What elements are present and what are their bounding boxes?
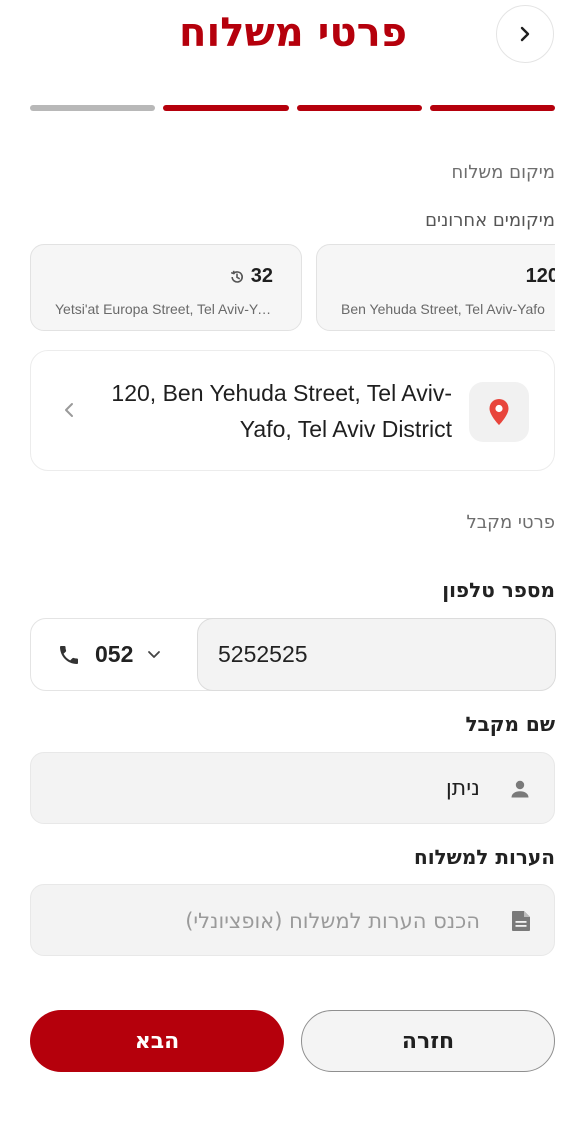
back-button[interactable]: חזרה	[301, 1010, 555, 1072]
phone-field-group: 052 5252525	[30, 618, 556, 691]
recent-location-address: Yetsi'at Europa Street, Tel Aviv-Yafo	[55, 301, 275, 317]
chevron-down-icon	[148, 650, 161, 658]
progress-step-1	[429, 105, 555, 111]
progress-step-4	[30, 105, 156, 111]
page-title: פרטי משלוח	[179, 10, 407, 56]
phone-prefix-select[interactable]: 052	[31, 619, 197, 690]
recent-location-number: 120	[525, 265, 555, 287]
recent-locations-list[interactable]: 120 Ben Yehuda Street, Tel Aviv-Yafo 32 …	[30, 244, 555, 332]
progress-step-2	[296, 105, 422, 111]
person-icon	[511, 780, 529, 798]
map-pin-icon	[489, 399, 509, 425]
recent-location-number: 32	[229, 265, 273, 288]
delivery-notes-placeholder: הכנס הערות למשלוח (אופציונלי)	[185, 909, 480, 933]
note-icon	[512, 911, 530, 931]
delivery-notes-label: הערות למשלוח	[413, 845, 555, 869]
recent-location-card[interactable]: 120 Ben Yehuda Street, Tel Aviv-Yafo	[316, 244, 555, 331]
phone-label: מספר טלפון	[442, 578, 555, 602]
history-icon	[230, 270, 243, 283]
progress-bar	[30, 105, 555, 111]
recipient-details-label: פרטי מקבל	[466, 512, 555, 533]
header: פרטי משלוח	[0, 0, 585, 80]
recent-location-address: Ben Yehuda Street, Tel Aviv-Yafo	[341, 301, 545, 317]
selected-location-card[interactable]: 120, Ben Yehuda Street, Tel Aviv-Yafo, T…	[30, 350, 555, 471]
recent-locations-label: מיקומים אחרונים	[425, 210, 555, 231]
recipient-name-label: שם מקבל	[465, 712, 555, 736]
phone-number-input[interactable]: 5252525	[197, 618, 556, 691]
chevron-left-icon	[65, 403, 73, 417]
phone-icon	[60, 645, 78, 664]
recipient-name-value: ניתן	[445, 776, 480, 801]
back-nav-button[interactable]	[496, 5, 554, 63]
recent-location-card[interactable]: 32 Yetsi'at Europa Street, Tel Aviv-Yafo	[30, 244, 302, 331]
delivery-notes-input[interactable]: הכנס הערות למשלוח (אופציונלי)	[30, 884, 555, 956]
recipient-name-input[interactable]: ניתן	[30, 752, 555, 824]
chevron-right-icon	[520, 26, 530, 42]
delivery-location-label: מיקום משלוח	[451, 162, 555, 183]
progress-step-3	[163, 105, 289, 111]
phone-prefix-value: 052	[95, 641, 134, 667]
location-pin-box	[469, 382, 529, 442]
next-button[interactable]: הבא	[30, 1010, 284, 1072]
selected-address: 120, Ben Yehuda Street, Tel Aviv-Yafo, T…	[111, 380, 452, 442]
